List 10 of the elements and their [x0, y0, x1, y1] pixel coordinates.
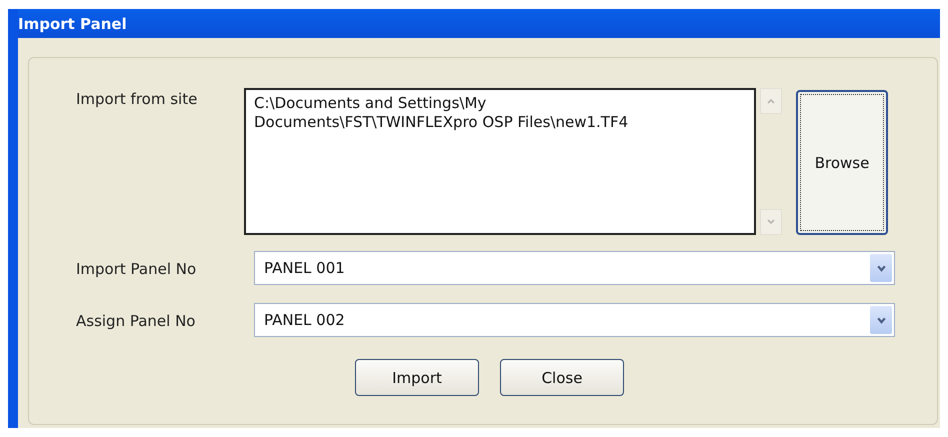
- close-button[interactable]: Close: [500, 359, 624, 396]
- import-button[interactable]: Import: [355, 359, 479, 396]
- field-label: Assign Panel No: [76, 311, 196, 330]
- field-label: Import from site: [76, 89, 198, 108]
- dropdown-field[interactable]: PANEL 002: [254, 303, 895, 337]
- path-text-area[interactable]: C:\Documents and Settings\My Documents\FST\TWINFLEXpro OSP Files\new1.TF4: [244, 88, 756, 235]
- browse-button[interactable]: Browse: [796, 90, 888, 235]
- field-label: Import Panel No: [76, 259, 198, 278]
- dropdown-field[interactable]: PANEL 001: [254, 251, 895, 285]
- window-title: Import Panel: [18, 9, 940, 38]
